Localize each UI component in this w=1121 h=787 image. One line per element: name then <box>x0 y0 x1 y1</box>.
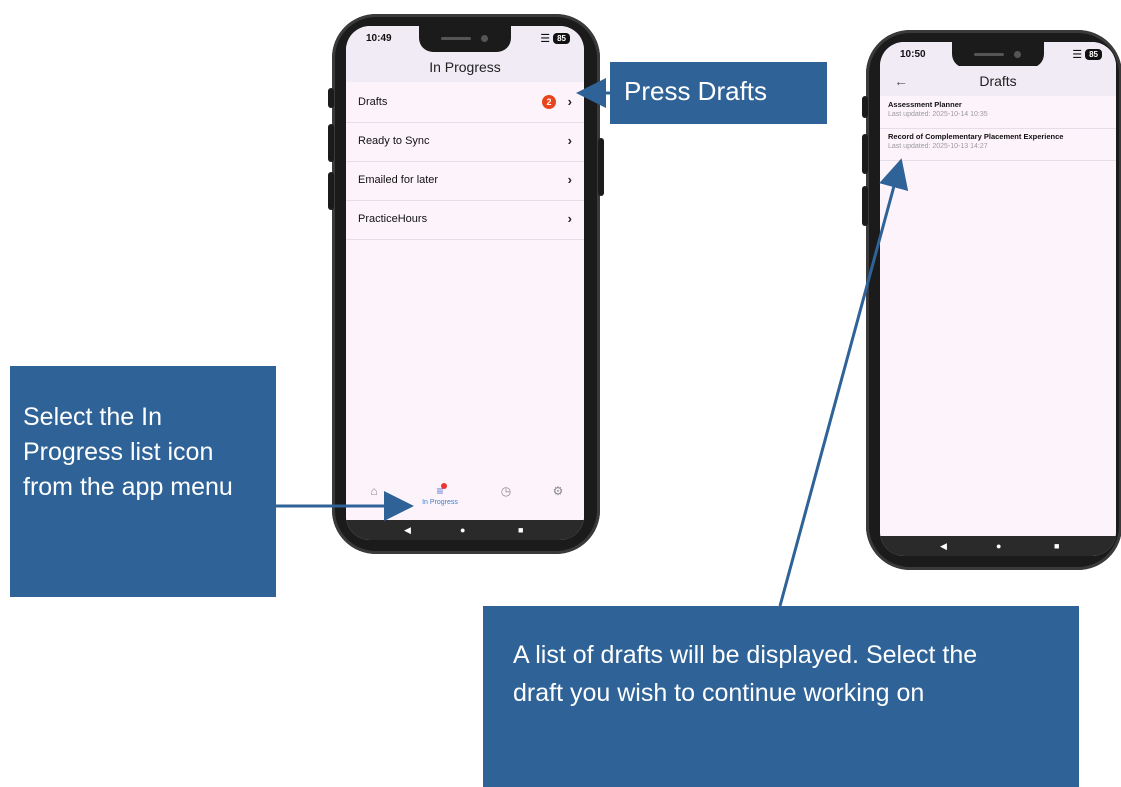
nav-in-progress[interactable]: ≡ In Progress <box>420 484 460 506</box>
list-item-practice-hours[interactable]: PracticeHours › <box>346 201 584 240</box>
callout-text: Select the In Progress list icon from th… <box>23 403 233 501</box>
in-progress-list-icon: ≡ <box>436 484 444 498</box>
volume-button <box>328 88 334 108</box>
list-item-label: Emailed for later <box>358 174 439 186</box>
camera-notch <box>952 42 1044 68</box>
list-item-emailed-for-later[interactable]: Emailed for later › <box>346 162 584 201</box>
battery-icon: 85 <box>553 33 570 44</box>
volume-button <box>862 186 868 226</box>
gear-icon: ⚙ <box>552 484 564 498</box>
draft-last-updated: Last updated: 2025-10-14 10:35 <box>888 111 988 118</box>
nav-label: In Progress <box>422 499 458 506</box>
status-time: 10:50 <box>900 49 926 60</box>
volume-button <box>862 134 868 174</box>
chevron-right-icon: › <box>567 172 572 187</box>
app-bar: ← Drafts <box>880 66 1116 96</box>
bottom-nav: ⌂ ≡ In Progress ◷ ⚙ <box>346 476 584 520</box>
home-circle-icon[interactable]: ● <box>996 541 1001 551</box>
recents-square-icon[interactable]: ■ <box>518 525 523 535</box>
back-triangle-icon[interactable]: ◀ <box>404 525 411 536</box>
status-time: 10:49 <box>366 33 392 44</box>
home-icon: ⌂ <box>370 484 378 498</box>
back-arrow-icon[interactable]: ← <box>894 66 908 96</box>
draft-item[interactable]: Assessment Planner Last updated: 2025-10… <box>880 96 1116 129</box>
draft-title: Assessment Planner <box>888 100 962 109</box>
page-title: In Progress <box>429 59 501 75</box>
phone-2-screen: 10:50 ☰ 85 ← Drafts Assessment Planner L… <box>880 42 1116 556</box>
recents-square-icon[interactable]: ■ <box>1054 541 1059 551</box>
status-icons: ☰ 85 <box>540 32 570 45</box>
page-title: Drafts <box>979 73 1017 89</box>
volume-button <box>328 172 334 210</box>
volume-button <box>328 124 334 162</box>
list-item-drafts[interactable]: Drafts 2 › <box>346 84 584 123</box>
phone-1-screen: 10:49 ☰ 85 In Progress Drafts 2 › Ready … <box>346 26 584 540</box>
chevron-right-icon: › <box>567 94 572 109</box>
count-badge: 2 <box>542 95 556 109</box>
chevron-right-icon: › <box>567 211 572 226</box>
nav-settings[interactable]: ⚙ <box>538 484 578 498</box>
power-button <box>598 138 604 196</box>
callout-select-in-progress: Select the In Progress list icon from th… <box>10 366 276 597</box>
wifi-icon: ☰ <box>540 33 551 45</box>
system-nav-bar: ◀ ● ■ <box>880 536 1116 556</box>
back-triangle-icon[interactable]: ◀ <box>940 541 947 552</box>
nav-history[interactable]: ◷ <box>486 484 526 498</box>
list-item-label: PracticeHours <box>358 213 428 225</box>
clock-icon: ◷ <box>500 484 512 498</box>
chevron-right-icon: › <box>567 133 572 148</box>
wifi-icon: ☰ <box>1072 49 1083 61</box>
callout-press-drafts: Press Drafts <box>610 62 827 124</box>
callout-text: Press Drafts <box>624 76 768 106</box>
phone-2-frame: 10:50 ☰ 85 ← Drafts Assessment Planner L… <box>866 30 1121 570</box>
home-circle-icon[interactable]: ● <box>460 525 465 535</box>
callout-text: A list of drafts will be displayed. Sele… <box>513 641 978 707</box>
battery-icon: 85 <box>1085 49 1102 60</box>
volume-button <box>862 96 868 118</box>
draft-item[interactable]: Record of Complementary Placement Experi… <box>880 128 1116 161</box>
list-item-label: Ready to Sync <box>358 135 430 147</box>
callout-list-of-drafts: A list of drafts will be displayed. Sele… <box>483 606 1079 787</box>
phone-1-frame: 10:49 ☰ 85 In Progress Drafts 2 › Ready … <box>332 14 600 554</box>
system-nav-bar: ◀ ● ■ <box>346 520 584 540</box>
list-item-ready-to-sync[interactable]: Ready to Sync › <box>346 123 584 162</box>
camera-notch <box>419 26 511 52</box>
list-item-label: Drafts <box>358 96 388 108</box>
status-icons: ☰ 85 <box>1072 48 1102 61</box>
nav-home[interactable]: ⌂ <box>354 484 394 498</box>
draft-last-updated: Last updated: 2025-10-13 14:27 <box>888 143 988 150</box>
draft-title: Record of Complementary Placement Experi… <box>888 132 1064 141</box>
app-bar: In Progress <box>346 52 584 82</box>
